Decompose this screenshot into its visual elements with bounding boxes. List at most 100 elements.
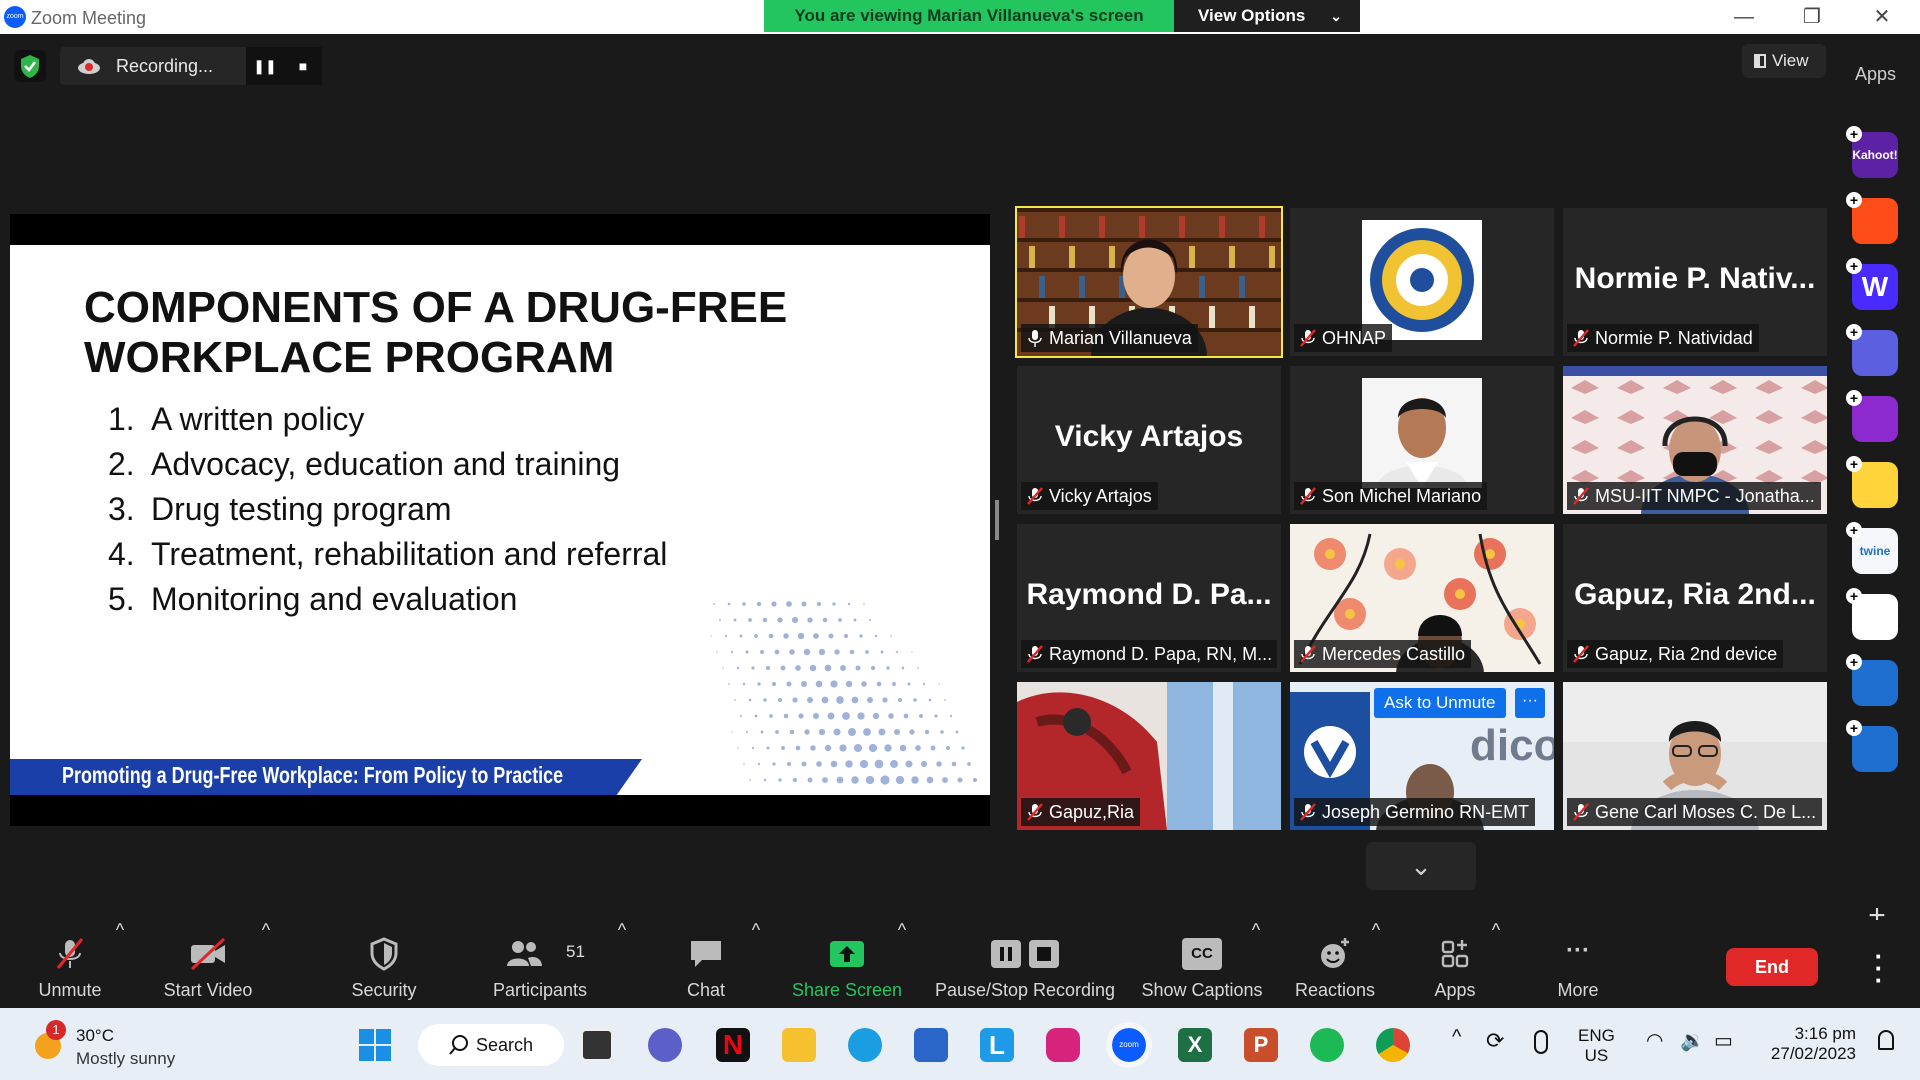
audio-options-caret[interactable]: ^ xyxy=(110,920,130,1008)
security-button[interactable]: Security xyxy=(336,920,432,1008)
organization-logo xyxy=(1362,220,1482,340)
app-poll-app-icon[interactable]: + xyxy=(1846,324,1898,376)
instagram-icon[interactable] xyxy=(1046,1028,1080,1062)
slide-footer-text: Promoting a Drug-Free Workplace: From Po… xyxy=(62,762,564,788)
start-video-button[interactable]: Start Video xyxy=(150,920,266,1008)
end-meeting-button[interactable]: End xyxy=(1726,948,1818,986)
video-options-caret[interactable]: ^ xyxy=(256,920,276,1008)
participant-name: Joseph Germino RN-EMT xyxy=(1322,802,1530,822)
app-wooclap-icon[interactable]: W + xyxy=(1846,258,1898,310)
add-app-plus-icon[interactable]: + xyxy=(1846,522,1862,538)
participant-tile[interactable]: Normie P. Nativ... Normie P. Natividad xyxy=(1563,208,1827,356)
share-options-caret[interactable]: ^ xyxy=(892,920,912,1008)
participant-tile[interactable]: Gene Carl Moses C. De L... xyxy=(1563,682,1827,830)
add-app-plus-icon[interactable]: + xyxy=(1846,654,1862,670)
bullet-text: Advocacy, education and training xyxy=(151,446,621,482)
ask-to-unmute-button[interactable]: Ask to Unmute xyxy=(1374,688,1506,718)
tile-more-options-button[interactable]: ··· xyxy=(1515,688,1545,718)
participant-name-label: Gapuz,Ria xyxy=(1021,798,1141,826)
participant-tile[interactable]: Raymond D. Pa... Raymond D. Papa, RN, M..… xyxy=(1017,524,1281,672)
app-kahoot-icon[interactable]: Kahoot! + xyxy=(1846,126,1898,178)
language-indicator[interactable]: ENG US xyxy=(1578,1026,1615,1066)
microsoft-store-icon[interactable] xyxy=(914,1028,948,1062)
sync-icon[interactable]: ⟳ xyxy=(1486,1028,1504,1054)
show-hidden-icons-caret[interactable]: ^ xyxy=(1452,1026,1461,1049)
bullet-number: 5. xyxy=(108,581,135,617)
participant-tile[interactable]: Gapuz, Ria 2nd... Gapuz, Ria 2nd device xyxy=(1563,524,1827,672)
split-resize-handle[interactable] xyxy=(995,500,999,540)
participant-tile[interactable]: OHNAP xyxy=(1290,208,1554,356)
excel-icon[interactable]: X xyxy=(1178,1028,1212,1062)
participants-options-caret[interactable]: ^ xyxy=(612,920,632,1008)
participant-tile[interactable]: Mercedes Castillo xyxy=(1290,524,1554,672)
add-app-plus-icon[interactable]: + xyxy=(1846,456,1862,472)
microphone-tray-icon[interactable] xyxy=(1534,1030,1548,1054)
edge-browser-icon[interactable] xyxy=(848,1028,882,1062)
apps-options-caret[interactable]: ^ xyxy=(1486,920,1506,1008)
clock[interactable]: 3:16 pm 27/02/2023 xyxy=(1760,1024,1856,1064)
minimize-button[interactable]: — xyxy=(1724,2,1764,32)
teams-chat-icon[interactable] xyxy=(648,1028,682,1062)
participant-tile[interactable]: Gapuz,Ria xyxy=(1017,682,1281,830)
file-explorer-icon[interactable] xyxy=(782,1028,816,1062)
chevron-down-icon: ⌄ xyxy=(1330,8,1342,24)
title-bar: zoom Zoom Meeting You are viewing Marian… xyxy=(0,0,1920,34)
share-screen-button[interactable]: Share Screen xyxy=(788,920,906,1008)
start-button[interactable] xyxy=(358,1028,392,1062)
l-app-icon[interactable]: L xyxy=(980,1028,1014,1062)
add-app-plus-icon[interactable]: + xyxy=(1846,390,1862,406)
pause-stop-recording-button[interactable]: Pause/Stop Recording xyxy=(930,920,1120,1008)
volume-icon[interactable]: 🔉 xyxy=(1680,1028,1705,1053)
add-app-plus-icon[interactable]: + xyxy=(1846,324,1862,340)
weather-description: Mostly sunny xyxy=(76,1049,176,1068)
unmute-button[interactable]: Unmute xyxy=(20,920,120,1008)
pause-recording-button[interactable]: ❚❚ xyxy=(246,47,284,85)
clock-date: 27/02/2023 xyxy=(1770,1044,1856,1063)
participant-tile[interactable]: Son Michel Mariano xyxy=(1290,366,1554,514)
wifi-icon[interactable]: ◠ xyxy=(1646,1028,1663,1053)
chat-options-caret[interactable]: ^ xyxy=(746,920,766,1008)
reactions-options-caret[interactable]: ^ xyxy=(1366,920,1386,1008)
overflow-menu-icon[interactable]: · · · xyxy=(1873,943,1885,993)
gallery-scroll-down-button[interactable]: ⌄ xyxy=(1366,842,1476,890)
powerpoint-icon[interactable]: P xyxy=(1244,1028,1278,1062)
view-layout-button[interactable]: View xyxy=(1742,44,1826,78)
task-view-icon[interactable] xyxy=(580,1028,614,1062)
app-class-icon[interactable]: + xyxy=(1846,192,1898,244)
app-edu-app-icon[interactable]: + xyxy=(1846,720,1898,772)
add-app-plus-icon[interactable]: + xyxy=(1846,258,1862,274)
participant-name-label: Son Michel Mariano xyxy=(1294,482,1488,510)
app-twine-icon[interactable]: twine + xyxy=(1846,522,1898,574)
chat-button[interactable]: Chat xyxy=(666,920,746,1008)
app-gallery-app-icon[interactable]: + xyxy=(1846,390,1898,442)
view-options-button[interactable]: View Options ⌄ xyxy=(1174,0,1360,32)
battery-icon[interactable]: ▭ xyxy=(1714,1028,1733,1053)
netflix-icon[interactable]: N xyxy=(716,1028,750,1062)
profile-photo xyxy=(1362,378,1482,488)
captions-options-caret[interactable]: ^ xyxy=(1246,920,1266,1008)
taskbar-search[interactable]: Search xyxy=(418,1024,564,1066)
participants-button[interactable]: 51 Participants xyxy=(484,920,596,1008)
participant-tile[interactable]: Vicky Artajos Vicky Artajos xyxy=(1017,366,1281,514)
participants-icon xyxy=(507,941,543,966)
add-app-plus-icon[interactable]: + xyxy=(1846,720,1862,736)
close-button[interactable]: ✕ xyxy=(1862,2,1902,32)
more-button[interactable]: ··· More xyxy=(1538,920,1618,1008)
app-refresh-app-icon[interactable]: + xyxy=(1846,654,1898,706)
active-speaker-tile[interactable]: Marian Villanueva xyxy=(1015,206,1283,358)
participant-tile[interactable]: MSU-IIT NMPC - Jonatha... xyxy=(1563,366,1827,514)
notifications-bell-icon[interactable] xyxy=(1878,1030,1894,1050)
restore-button[interactable]: ❐ xyxy=(1792,2,1832,32)
app-leaf-app-icon[interactable] xyxy=(1852,794,1898,840)
encryption-shield-icon[interactable] xyxy=(14,50,46,82)
video-off-icon xyxy=(190,937,226,971)
stop-recording-button[interactable]: ■ xyxy=(284,47,322,85)
app-grid-app-icon[interactable]: + xyxy=(1846,588,1898,640)
zoom-taskbar-icon[interactable]: zoom xyxy=(1106,1022,1152,1068)
add-app-plus-icon[interactable]: + xyxy=(1846,588,1862,604)
app-emoji-app-icon[interactable]: + xyxy=(1846,456,1898,508)
chrome-icon[interactable] xyxy=(1376,1028,1410,1062)
spotify-icon[interactable] xyxy=(1310,1028,1344,1062)
add-app-plus-icon[interactable]: + xyxy=(1846,126,1862,142)
add-app-plus-icon[interactable]: + xyxy=(1846,192,1862,208)
